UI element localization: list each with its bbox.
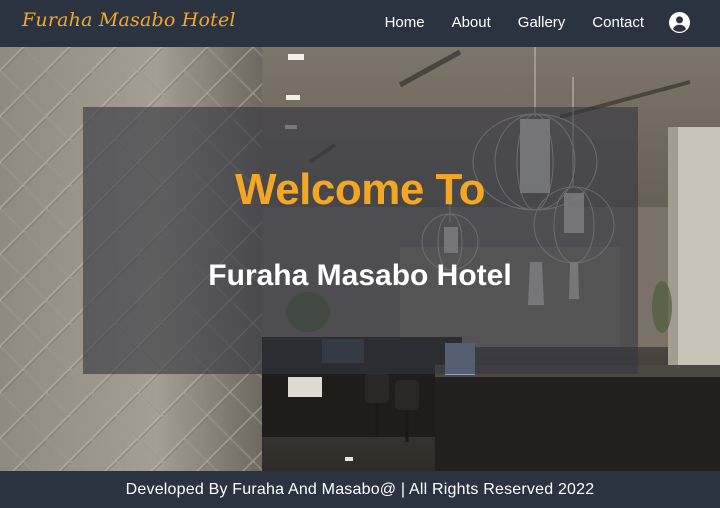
hero-title: Welcome To [234,165,486,214]
navbar: Furaha Masabo Hotel Home About Gallery C… [0,0,720,47]
footer-text: Developed By Furaha And Masabo@ | All Ri… [125,481,595,498]
hero-overlay-panel [83,107,638,374]
nav-links: Home About Gallery Contact [385,14,644,31]
nav-link-contact[interactable]: Contact [592,14,644,31]
hero-section: Welcome To Furaha Masabo Hotel [0,47,720,471]
hero-subtitle: Furaha Masabo Hotel [208,259,512,292]
nav-link-home[interactable]: Home [385,14,425,31]
footer: Developed By Furaha And Masabo@ | All Ri… [0,471,720,508]
brand-logo-text[interactable]: Furaha Masabo Hotel [22,9,236,31]
nav-link-about[interactable]: About [452,14,491,31]
nav-link-gallery[interactable]: Gallery [518,14,566,31]
user-circle-icon[interactable] [669,12,690,33]
